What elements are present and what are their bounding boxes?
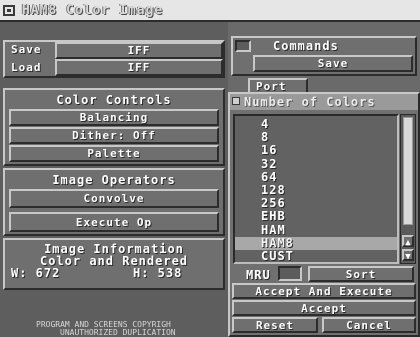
- scroll-down-icon[interactable]: ▼: [402, 249, 414, 262]
- execute-op-button[interactable]: Execute Op: [9, 212, 219, 232]
- image-information-group: Image Information Color and Rendered W: …: [3, 238, 225, 290]
- colors-scrollbar[interactable]: ▲ ▼: [400, 114, 416, 264]
- image-operators-header: Image Operators: [52, 172, 176, 187]
- accept-button[interactable]: Accept: [232, 300, 416, 316]
- close-icon[interactable]: [3, 5, 15, 16]
- dither-button[interactable]: Dither: Off: [9, 127, 219, 144]
- color-controls-header: Color Controls: [56, 92, 172, 107]
- color-controls-group: Color Controls Balancing Dither: Off Pal…: [3, 88, 225, 166]
- color-option-ham8[interactable]: HAM8: [235, 236, 397, 250]
- window-title: HAM8 Color Image: [22, 3, 164, 18]
- color-option-ehb[interactable]: EHB: [235, 210, 397, 223]
- reset-button[interactable]: Reset: [232, 317, 318, 333]
- color-option-4[interactable]: 4: [235, 118, 397, 131]
- image-height: H: 538: [133, 266, 183, 280]
- number-of-colors-window: Number of Colors 4 8 16 32 64 128 256 EHB HAM HAM…: [228, 92, 420, 337]
- save-label: Save: [11, 43, 42, 56]
- balancing-button[interactable]: Balancing: [9, 109, 219, 126]
- commands-toggle[interactable]: [235, 40, 251, 52]
- number-of-colors-title: Number of Colors: [244, 95, 376, 109]
- mru-label: MRU: [246, 268, 271, 282]
- image-width: W: 672: [11, 266, 61, 280]
- commands-group: Commands Save: [231, 36, 417, 76]
- load-label: Load: [11, 61, 42, 74]
- color-option-16[interactable]: 16: [235, 144, 397, 157]
- cancel-button[interactable]: Cancel: [322, 317, 416, 333]
- accept-and-execute-button[interactable]: Accept And Execute: [232, 283, 416, 299]
- commands-save-button[interactable]: Save: [253, 55, 413, 72]
- color-option-ham[interactable]: HAM: [235, 223, 397, 237]
- copyright-line-2: UNAUTHORIZED DUPLICATION: [60, 328, 176, 337]
- color-option-cust[interactable]: CUST: [235, 250, 397, 263]
- color-option-256[interactable]: 256: [235, 197, 397, 210]
- color-option-128[interactable]: 128: [235, 184, 397, 197]
- left-panel: Save IFF Load IFF Color Controls Balanci…: [0, 22, 228, 337]
- commands-header: Commands: [273, 39, 339, 53]
- color-option-8[interactable]: 8: [235, 131, 397, 144]
- image-operators-group: Image Operators Convolve Execute Op: [3, 168, 225, 236]
- mru-field[interactable]: [278, 266, 302, 281]
- color-option-64[interactable]: 64: [235, 170, 397, 184]
- palette-button[interactable]: Palette: [9, 145, 219, 162]
- sort-button[interactable]: Sort: [308, 266, 414, 282]
- scrollbar-thumb[interactable]: [403, 117, 413, 225]
- load-format-button[interactable]: IFF: [55, 59, 223, 76]
- color-option-32[interactable]: 32: [235, 157, 397, 171]
- scroll-up-icon[interactable]: ▲: [402, 235, 414, 248]
- save-format-button[interactable]: IFF: [55, 42, 223, 59]
- requester-close-icon[interactable]: [232, 97, 240, 105]
- colors-listbox[interactable]: 4 8 16 32 64 128 256 EHB HAM HAM8 CUST: [233, 114, 399, 264]
- title-bar[interactable]: HAM8 Color Image: [0, 0, 420, 22]
- convolve-button[interactable]: Convolve: [9, 189, 219, 208]
- file-group: Save IFF Load IFF: [3, 40, 225, 78]
- number-of-colors-titlebar[interactable]: Number of Colors: [230, 94, 418, 110]
